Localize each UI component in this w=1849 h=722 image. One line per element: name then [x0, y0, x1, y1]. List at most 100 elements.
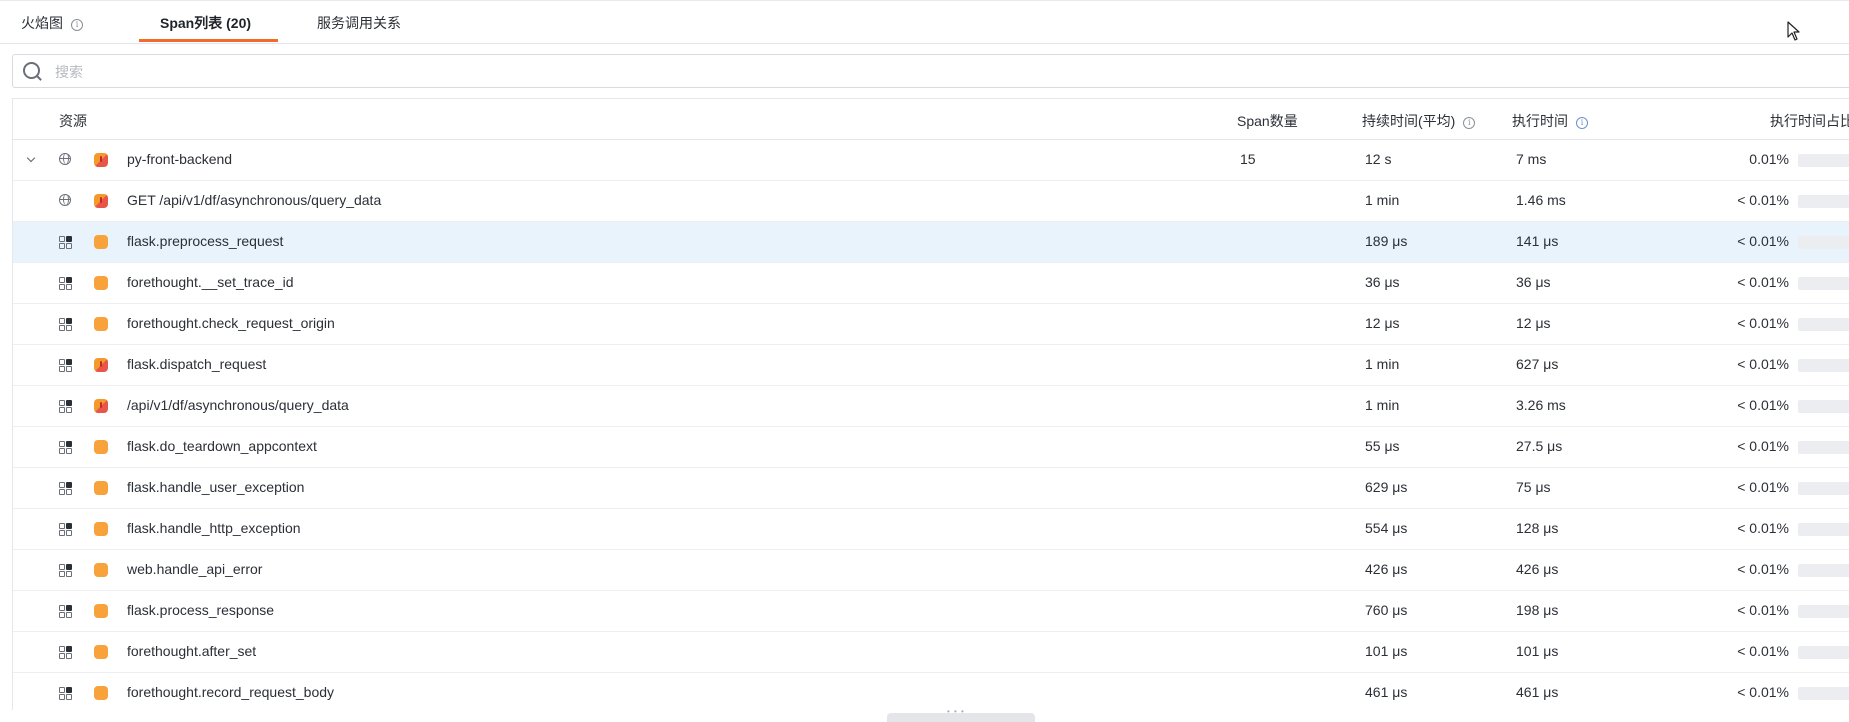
span-name[interactable]: flask.do_teardown_appcontext [127, 438, 317, 454]
tab-flame-graph-label: 火焰图 [21, 15, 63, 31]
search-icon [23, 62, 40, 79]
search-bar [12, 54, 1849, 88]
span-exec-pct: < 0.01% [1737, 438, 1789, 454]
ok-status-icon [94, 563, 108, 577]
info-icon[interactable]: i [1463, 117, 1476, 129]
custom-span-icon [59, 441, 72, 454]
table-row[interactable]: flask.process_response 760 μs 198 μs < 0.01… [13, 591, 1849, 632]
span-name[interactable]: forethought.check_request_origin [127, 315, 335, 331]
span-exec-pct: < 0.01% [1737, 561, 1789, 577]
info-icon[interactable]: i [1576, 117, 1588, 129]
table-row[interactable]: py-front-backend 15 12 s 7 ms 0.01% [13, 140, 1849, 181]
exec-pct-bar [1798, 195, 1849, 208]
custom-span-icon [59, 687, 72, 700]
table-row[interactable]: forethought.after_set 101 μs 101 μs < 0.01% [13, 632, 1849, 673]
info-icon[interactable]: i [71, 19, 83, 31]
span-name[interactable]: forethought.__set_trace_id [127, 274, 294, 290]
table-header: 资源 Span数量 持续时间(平均) i 执行时间 i 执行时间占比 [13, 99, 1849, 140]
tab-service-calls[interactable]: 服务调用关系 [317, 13, 401, 33]
ok-status-icon [94, 440, 108, 454]
span-exec-time: 7 ms [1516, 151, 1547, 167]
tab-flame-graph[interactable]: 火焰图 i [21, 13, 83, 33]
span-duration: 1 min [1365, 356, 1400, 372]
span-exec-pct: 0.01% [1749, 151, 1789, 167]
exec-pct-bar [1798, 482, 1849, 495]
span-duration: 55 μs [1365, 438, 1400, 454]
span-exec-time: 27.5 μs [1516, 438, 1563, 454]
mouse-cursor-icon [1787, 21, 1800, 41]
table-row[interactable]: web.handle_api_error 426 μs 426 μs < 0.01% [13, 550, 1849, 591]
span-exec-time: 12 μs [1516, 315, 1551, 331]
search-input[interactable] [53, 60, 957, 84]
table-row[interactable]: flask.dispatch_request 1 min 627 μs < 0.01% [13, 345, 1849, 386]
chevron-down-icon[interactable] [26, 152, 36, 166]
span-exec-time: 75 μs [1516, 479, 1551, 495]
span-duration: 101 μs [1365, 643, 1408, 659]
span-name[interactable]: forethought.after_set [127, 643, 256, 659]
span-exec-pct: < 0.01% [1737, 315, 1789, 331]
header-exec-pct[interactable]: 执行时间占比 [1770, 111, 1849, 131]
header-span-count[interactable]: Span数量 [1237, 111, 1298, 131]
table-row[interactable]: forethought.__set_trace_id 36 μs 36 μs < 0.… [13, 263, 1849, 304]
exec-pct-bar [1798, 277, 1849, 290]
horizontal-scroll-handle[interactable] [887, 707, 1035, 722]
span-count: 15 [1240, 151, 1256, 167]
table-body: py-front-backend 15 12 s 7 ms 0.01% GET /api/… [13, 140, 1849, 710]
span-exec-pct: < 0.01% [1737, 233, 1789, 249]
custom-span-icon [59, 523, 72, 536]
span-name[interactable]: flask.handle_http_exception [127, 520, 301, 536]
exec-pct-bar [1798, 523, 1849, 536]
header-resource[interactable]: 资源 [59, 111, 87, 131]
ok-status-icon [94, 317, 108, 331]
span-name[interactable]: forethought.record_request_body [127, 684, 334, 700]
header-duration-label: 持续时间(平均) [1362, 113, 1456, 129]
exec-pct-bar [1798, 154, 1849, 167]
table-row[interactable]: flask.handle_user_exception 629 μs 75 μs < … [13, 468, 1849, 509]
header-exec-time-label: 执行时间 [1512, 113, 1568, 129]
span-exec-pct: < 0.01% [1737, 684, 1789, 700]
table-row[interactable]: flask.preprocess_request 189 μs 141 μs < 0.… [13, 222, 1849, 263]
ok-status-icon [94, 604, 108, 618]
table-row[interactable]: GET /api/v1/df/asynchronous/query_data 1 … [13, 181, 1849, 222]
ok-status-icon [94, 686, 108, 700]
custom-span-icon [59, 400, 72, 413]
span-name[interactable]: flask.handle_user_exception [127, 479, 304, 495]
table-row[interactable]: forethought.record_request_body 461 μs 461… [13, 673, 1849, 710]
header-exec-time[interactable]: 执行时间 i [1512, 111, 1588, 131]
tab-bar: 火焰图 i Span列表 (20) 服务调用关系 [0, 0, 1849, 44]
ok-status-icon [94, 235, 108, 249]
error-status-icon [94, 194, 108, 208]
tab-span-list[interactable]: Span列表 (20) [160, 13, 251, 33]
span-exec-time: 1.46 ms [1516, 192, 1566, 208]
table-row[interactable]: flask.handle_http_exception 554 μs 128 μs <… [13, 509, 1849, 550]
table-row[interactable]: /api/v1/df/asynchronous/query_data 1 min 3… [13, 386, 1849, 427]
error-status-icon [94, 399, 108, 413]
span-exec-time: 101 μs [1516, 643, 1559, 659]
span-name[interactable]: GET /api/v1/df/asynchronous/query_data [127, 192, 381, 208]
table-row[interactable]: flask.do_teardown_appcontext 55 μs 27.5 μs… [13, 427, 1849, 468]
span-duration: 554 μs [1365, 520, 1408, 536]
span-exec-time: 461 μs [1516, 684, 1559, 700]
span-name[interactable]: flask.dispatch_request [127, 356, 266, 372]
table-row[interactable]: forethought.check_request_origin 12 μs 12 … [13, 304, 1849, 345]
exec-pct-bar [1798, 441, 1849, 454]
span-duration: 189 μs [1365, 233, 1408, 249]
span-exec-pct: < 0.01% [1737, 274, 1789, 290]
ok-status-icon [94, 276, 108, 290]
custom-span-icon [59, 646, 72, 659]
span-duration: 1 min [1365, 192, 1400, 208]
globe-icon [59, 153, 71, 165]
ok-status-icon [94, 522, 108, 536]
globe-icon [59, 194, 71, 206]
span-name[interactable]: flask.preprocess_request [127, 233, 283, 249]
span-name[interactable]: /api/v1/df/asynchronous/query_data [127, 397, 349, 413]
span-name[interactable]: web.handle_api_error [127, 561, 262, 577]
span-duration: 426 μs [1365, 561, 1408, 577]
header-duration[interactable]: 持续时间(平均) i [1362, 111, 1476, 131]
custom-span-icon [59, 236, 72, 249]
span-exec-time: 141 μs [1516, 233, 1559, 249]
active-tab-indicator [139, 39, 278, 42]
span-name[interactable]: flask.process_response [127, 602, 274, 618]
span-name[interactable]: py-front-backend [127, 151, 232, 167]
span-duration: 36 μs [1365, 274, 1400, 290]
